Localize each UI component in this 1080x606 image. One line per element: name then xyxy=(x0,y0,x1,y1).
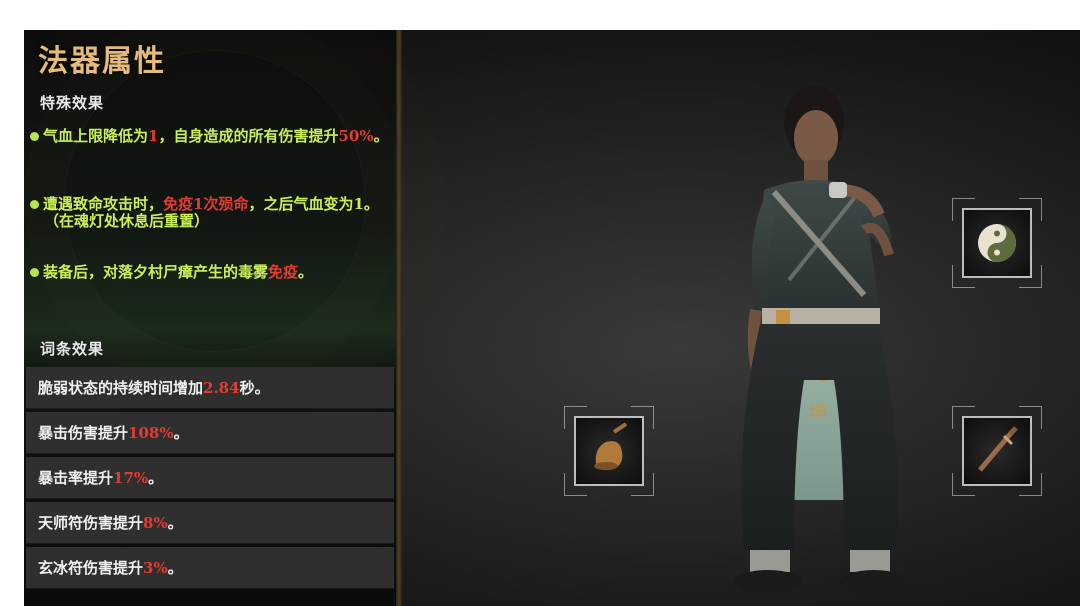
equipment-slot-yinyang[interactable] xyxy=(952,198,1042,288)
affix-row: 暴击率提升 17%。 xyxy=(26,457,394,499)
affix-text: 脆弱状态的持续时间增加 xyxy=(38,379,204,397)
sword-icon xyxy=(978,426,1018,472)
apron-glyph: 坤 xyxy=(808,401,828,425)
affix-row: 玄冰符伤害提升 3%。 xyxy=(26,547,394,589)
affix-row: 暴击伤害提升 108%。 xyxy=(26,412,394,454)
effect-text: ，之后气血变为1。 xyxy=(248,195,379,213)
affix-value: 17% xyxy=(113,468,149,487)
affix-row: 脆弱状态的持续时间增加 2.84 秒。 xyxy=(26,367,394,409)
effect-text: ，自身造成的所有伤害提升 xyxy=(158,127,339,145)
affix-text: 暴击率提升 xyxy=(38,469,114,487)
bell-icon xyxy=(594,422,628,470)
equipment-slot-sword[interactable] xyxy=(952,406,1042,496)
game-stage: 法器属性 特殊效果 气血上限降低为1，自身造成的所有伤害提升50%。 遭遇致命攻… xyxy=(24,30,1080,606)
artifact-attributes-panel: 法器属性 特殊效果 气血上限降低为1，自身造成的所有伤害提升50%。 遭遇致命攻… xyxy=(24,30,396,606)
affix-value: 3% xyxy=(143,558,168,577)
effect-text: 气血上限降低为 xyxy=(43,127,149,145)
special-effects-label: 特殊效果 xyxy=(40,94,105,112)
bullet-icon xyxy=(30,267,39,277)
effect-text: 遭遇致命攻击时， xyxy=(43,195,164,213)
special-effect-item: 装备后，对落夕村尸瘴产生的毒雾免疫。 xyxy=(30,264,390,281)
affix-value: 108% xyxy=(128,423,174,442)
affix-text: 。 xyxy=(167,514,183,532)
effect-value: 免疫 xyxy=(268,263,299,281)
effect-value: 免疫1次殒命 xyxy=(163,195,249,213)
special-effect-item: 气血上限降低为1，自身造成的所有伤害提升50%。 xyxy=(30,128,390,145)
effect-text: 装备后，对落夕村尸瘴产生的毒雾 xyxy=(43,263,269,281)
affix-text: 。 xyxy=(167,559,183,577)
panel-divider xyxy=(396,30,402,606)
special-effect-item: 遭遇致命攻击时，免疫1次殒命，之后气血变为1。 （在魂灯处休息后重置） xyxy=(30,196,390,230)
affix-value: 8% xyxy=(143,513,168,532)
effect-value: 1 xyxy=(148,127,159,145)
effect-text: 。 xyxy=(373,127,389,145)
equipment-slot-bell[interactable] xyxy=(564,406,654,496)
affix-row: 天师符伤害提升 8%。 xyxy=(26,502,394,544)
bullet-icon xyxy=(30,131,39,141)
affix-text: 。 xyxy=(173,424,189,442)
panel-title: 法器属性 xyxy=(38,44,166,79)
affix-text: 。 xyxy=(148,469,164,487)
effect-text: 。 xyxy=(298,263,314,281)
affix-text: 暴击伤害提升 xyxy=(38,424,129,442)
effect-value: 50% xyxy=(338,127,374,145)
affix-value: 2.84 xyxy=(203,378,240,397)
character-model: 乾 坤 xyxy=(734,86,908,594)
yin-yang-icon xyxy=(978,224,1016,262)
affix-effects-label: 词条效果 xyxy=(40,340,105,358)
affix-text: 玄冰符伤害提升 xyxy=(38,559,144,577)
bullet-icon xyxy=(30,199,39,209)
affix-text: 秒。 xyxy=(239,379,270,397)
affix-text: 天师符伤害提升 xyxy=(38,514,144,532)
effect-note: （在魂灯处休息后重置） xyxy=(44,212,210,230)
